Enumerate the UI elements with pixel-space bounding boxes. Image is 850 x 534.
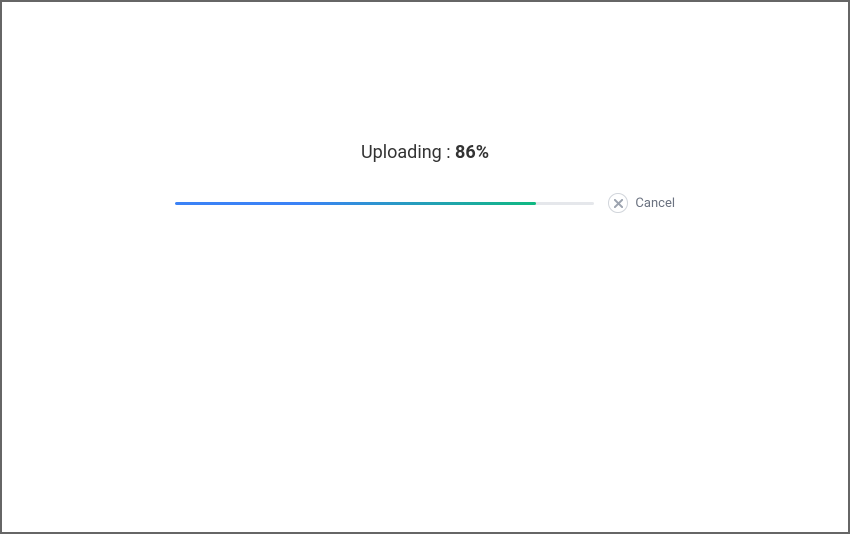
close-icon bbox=[608, 193, 628, 213]
progress-bar-track bbox=[175, 202, 594, 205]
progress-row: Cancel bbox=[175, 193, 675, 213]
cancel-button[interactable]: Cancel bbox=[608, 193, 675, 213]
upload-status-text: Uploading : 86% bbox=[361, 142, 489, 163]
progress-bar-fill bbox=[175, 202, 536, 205]
upload-status-label: Uploading : bbox=[361, 142, 455, 163]
upload-percent-value: 86% bbox=[455, 142, 489, 163]
cancel-label: Cancel bbox=[635, 196, 675, 211]
upload-progress-panel: Uploading : 86% Cancel bbox=[175, 142, 675, 213]
